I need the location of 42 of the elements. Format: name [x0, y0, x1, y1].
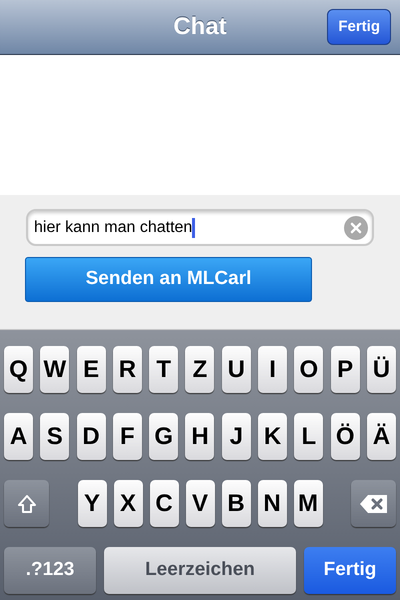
- letter-key[interactable]: C: [150, 480, 178, 527]
- letter-key[interactable]: B: [222, 480, 250, 527]
- done-key[interactable]: Fertig: [304, 547, 396, 594]
- letter-key[interactable]: J: [222, 413, 251, 460]
- text-cursor: [192, 218, 196, 238]
- nav-title: Chat: [173, 12, 227, 42]
- letter-key[interactable]: N: [258, 480, 286, 527]
- letter-key[interactable]: E: [76, 346, 106, 393]
- letter-key[interactable]: Y: [78, 480, 106, 527]
- letter-key[interactable]: W: [40, 346, 70, 393]
- done-button[interactable]: Fertig: [327, 9, 391, 45]
- letter-key[interactable]: P: [330, 346, 360, 393]
- letter-key[interactable]: S: [40, 413, 70, 460]
- backspace-key[interactable]: [351, 480, 396, 527]
- letter-key[interactable]: D: [76, 413, 106, 460]
- letter-key[interactable]: G: [149, 413, 178, 460]
- letter-key[interactable]: L: [294, 413, 324, 460]
- letter-key[interactable]: R: [112, 346, 142, 393]
- shift-arrow-icon: [16, 492, 38, 514]
- send-button[interactable]: Senden an MLCarl: [25, 257, 312, 302]
- numbers-key[interactable]: .?123: [4, 547, 96, 594]
- backspace-icon: [358, 494, 388, 514]
- letter-key[interactable]: V: [186, 480, 214, 527]
- letter-key[interactable]: Ä: [366, 413, 396, 460]
- letter-key[interactable]: X: [114, 480, 142, 527]
- letter-key[interactable]: T: [149, 346, 178, 393]
- letter-key[interactable]: Ö: [330, 413, 360, 460]
- letter-key[interactable]: I: [258, 346, 288, 393]
- letter-key[interactable]: Q: [4, 346, 33, 393]
- message-field[interactable]: hier kann man chatten: [26, 209, 374, 246]
- letter-key[interactable]: Z: [185, 346, 214, 393]
- letter-key[interactable]: O: [294, 346, 324, 393]
- letter-key[interactable]: K: [258, 413, 288, 460]
- letter-key[interactable]: Ü: [366, 346, 396, 393]
- letter-key[interactable]: U: [222, 346, 251, 393]
- letter-key[interactable]: H: [185, 413, 214, 460]
- space-key[interactable]: Leerzeichen: [104, 547, 296, 594]
- letter-key[interactable]: A: [4, 413, 33, 460]
- letter-key[interactable]: F: [112, 413, 142, 460]
- letter-key[interactable]: M: [294, 480, 322, 527]
- shift-key[interactable]: [4, 480, 49, 527]
- message-text: hier kann man chatten: [34, 218, 192, 238]
